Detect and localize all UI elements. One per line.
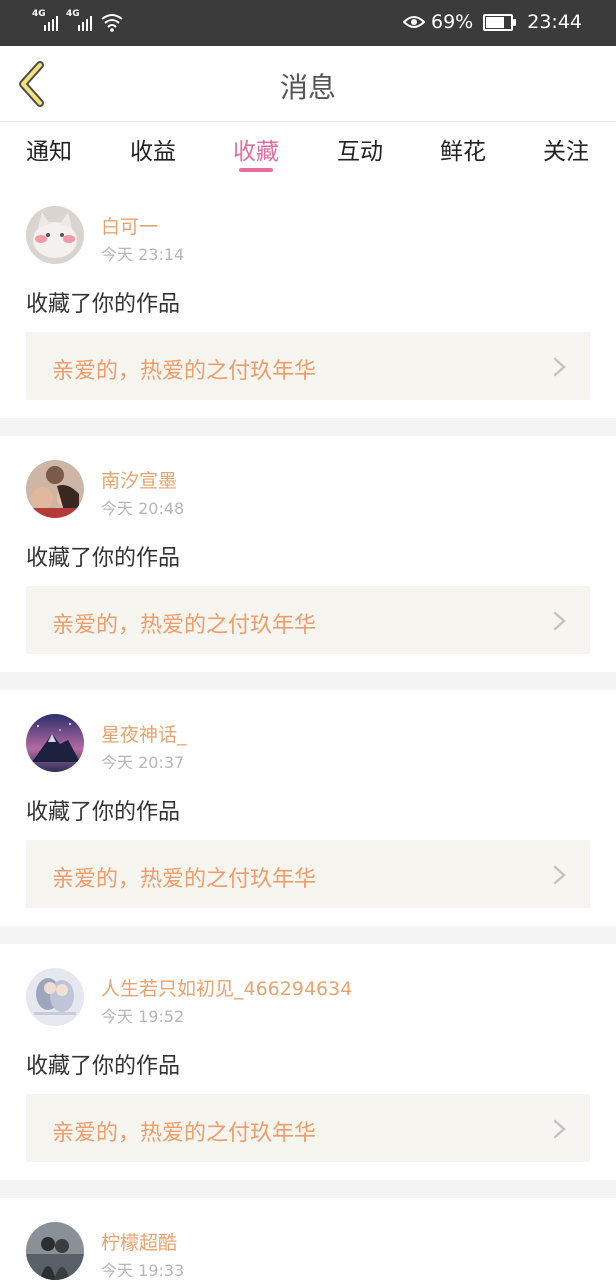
work-title: 亲爱的，热爱的之付玖年华 bbox=[52, 359, 317, 384]
work-link[interactable]: 亲爱的，热爱的之付玖年华 bbox=[26, 332, 590, 400]
tab-earnings[interactable]: 收益 bbox=[130, 132, 176, 166]
username[interactable]: 人生若只如初见_466294634 bbox=[101, 974, 352, 1001]
timestamp: 今天 20:48 bbox=[101, 499, 185, 518]
list-item[interactable]: 星夜神话_ 今天 20:37 收藏了你的作品 亲爱的，热爱的之付玖年华 bbox=[0, 690, 616, 926]
username[interactable]: 白可一 bbox=[101, 212, 158, 239]
username[interactable]: 柠檬超酷 bbox=[101, 1228, 177, 1255]
work-title: 亲爱的，热爱的之付玖年华 bbox=[52, 867, 317, 892]
action-text: 收藏了你的作品 bbox=[26, 800, 181, 825]
work-title: 亲爱的，热爱的之付玖年华 bbox=[52, 1121, 317, 1146]
work-link[interactable]: 亲爱的，热爱的之付玖年华 bbox=[26, 586, 590, 654]
battery-icon bbox=[483, 13, 517, 31]
avatar[interactable] bbox=[26, 968, 84, 1026]
avatar[interactable] bbox=[26, 460, 84, 518]
list-item[interactable]: 柠檬超酷 今天 19:33 bbox=[0, 1198, 616, 1288]
action-text: 收藏了你的作品 bbox=[26, 546, 181, 571]
tab-favorites[interactable]: 收藏 bbox=[233, 132, 279, 166]
active-tab-indicator bbox=[239, 168, 273, 172]
tab-notifications[interactable]: 通知 bbox=[26, 132, 72, 166]
action-text: 收藏了你的作品 bbox=[26, 1054, 181, 1079]
action-text: 收藏了你的作品 bbox=[26, 292, 181, 317]
list-item[interactable]: 人生若只如初见_466294634 今天 19:52 收藏了你的作品 亲爱的，热… bbox=[0, 944, 616, 1180]
signal-icon: 4G bbox=[66, 9, 94, 33]
eye-icon bbox=[403, 16, 425, 28]
avatar[interactable] bbox=[26, 206, 84, 264]
status-bar: 4G 4G 69% 23:44 bbox=[0, 0, 616, 46]
header: 消息 bbox=[0, 46, 616, 122]
avatar[interactable] bbox=[26, 1222, 84, 1280]
username[interactable]: 星夜神话_ bbox=[101, 720, 187, 747]
clock: 23:44 bbox=[527, 11, 582, 33]
chevron-right-icon bbox=[553, 865, 566, 885]
avatar[interactable] bbox=[26, 714, 84, 772]
chevron-right-icon bbox=[553, 611, 566, 631]
timestamp: 今天 19:52 bbox=[101, 1007, 185, 1026]
username[interactable]: 南汐宣墨 bbox=[101, 466, 177, 493]
work-title: 亲爱的，热爱的之付玖年华 bbox=[52, 613, 317, 638]
chevron-right-icon bbox=[553, 1119, 566, 1139]
timestamp: 今天 19:33 bbox=[101, 1261, 185, 1280]
tab-follows[interactable]: 关注 bbox=[543, 132, 589, 166]
network-type-label: 4G bbox=[32, 9, 46, 19]
list-item[interactable]: 南汐宣墨 今天 20:48 收藏了你的作品 亲爱的，热爱的之付玖年华 bbox=[0, 436, 616, 672]
work-link[interactable]: 亲爱的，热爱的之付玖年华 bbox=[26, 1094, 590, 1162]
tab-bar: 通知 收益 收藏 互动 鲜花 关注 bbox=[0, 122, 616, 182]
timestamp: 今天 20:37 bbox=[101, 753, 185, 772]
tab-flowers[interactable]: 鲜花 bbox=[440, 132, 486, 166]
wifi-icon bbox=[101, 14, 123, 32]
tab-interactions[interactable]: 互动 bbox=[337, 132, 383, 166]
timestamp: 今天 23:14 bbox=[101, 245, 185, 264]
network-type-label: 4G bbox=[66, 9, 80, 19]
page-title: 消息 bbox=[279, 71, 336, 104]
battery-percent: 69% bbox=[431, 11, 474, 33]
chevron-right-icon bbox=[553, 357, 566, 377]
work-link[interactable]: 亲爱的，热爱的之付玖年华 bbox=[26, 840, 590, 908]
signal-icon: 4G bbox=[32, 9, 60, 33]
list-item[interactable]: 白可一 今天 23:14 收藏了你的作品 亲爱的，热爱的之付玖年华 bbox=[0, 182, 616, 418]
